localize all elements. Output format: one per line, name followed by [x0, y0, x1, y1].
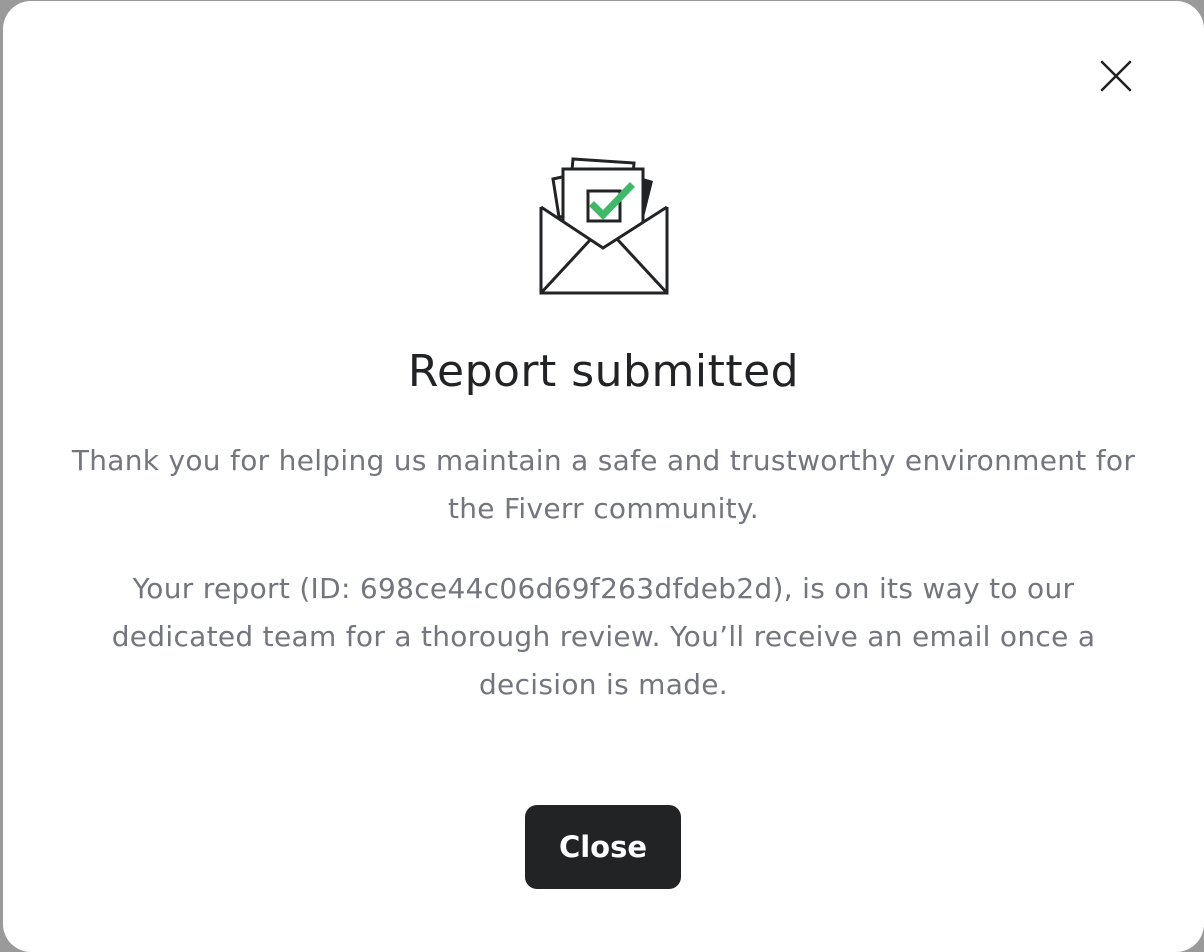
- report-submitted-dialog: Report submitted Thank you for helping u…: [3, 1, 1204, 952]
- thank-you-message: Thank you for helping us maintain a safe…: [71, 444, 1136, 525]
- close-icon[interactable]: [1095, 55, 1137, 97]
- envelope-check-icon: [533, 151, 675, 301]
- close-button[interactable]: Close: [525, 805, 681, 889]
- report-status-message: Your report (ID: 698ce44c06d69f263dfdeb2…: [111, 572, 1096, 701]
- dialog-title: Report submitted: [407, 346, 800, 397]
